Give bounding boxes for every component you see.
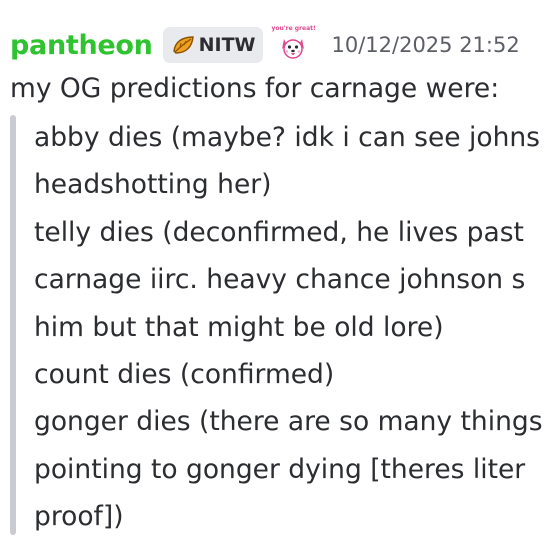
message-timestamp[interactable]: 10/12/2025 21:52	[331, 33, 519, 57]
server-tag-label: NITW	[198, 34, 256, 56]
chat-message: pantheon NITW you're great! 10/12/2025 2…	[0, 0, 560, 560]
blockquote-line: count dies (confirmed)	[34, 358, 335, 390]
server-tag[interactable]: NITW	[162, 27, 264, 63]
pink-dog-icon	[282, 39, 305, 59]
blockquote-line: telly dies (deconfirmed, he lives past	[34, 216, 524, 248]
username[interactable]: pantheon	[10, 30, 153, 61]
badge-text: you're great!	[271, 25, 316, 32]
blockquote-line: abby dies (maybe? idk i can see johns	[34, 122, 540, 153]
user-badge[interactable]: you're great!	[271, 25, 316, 65]
blockquote-bar	[10, 115, 16, 535]
blockquote-line: pointing to gonger dying [theres liter	[34, 453, 526, 485]
blockquote-line: headshotting her)	[34, 169, 272, 201]
blockquote: abby dies (maybe? idk i can see johns he…	[34, 114, 543, 541]
blockquote-line: him but that might be old lore)	[34, 311, 444, 343]
message-header: pantheon NITW you're great! 10/12/2025 2…	[10, 24, 520, 66]
blockquote-line: carnage iirc. heavy chance johnson s	[34, 264, 526, 296]
blockquote-line: proof])	[34, 501, 124, 533]
orange-leaf-icon	[171, 34, 195, 56]
message-text: my OG predictions for carnage were:	[10, 73, 500, 104]
blockquote-line: gonger dies (there are so many things	[34, 406, 543, 438]
